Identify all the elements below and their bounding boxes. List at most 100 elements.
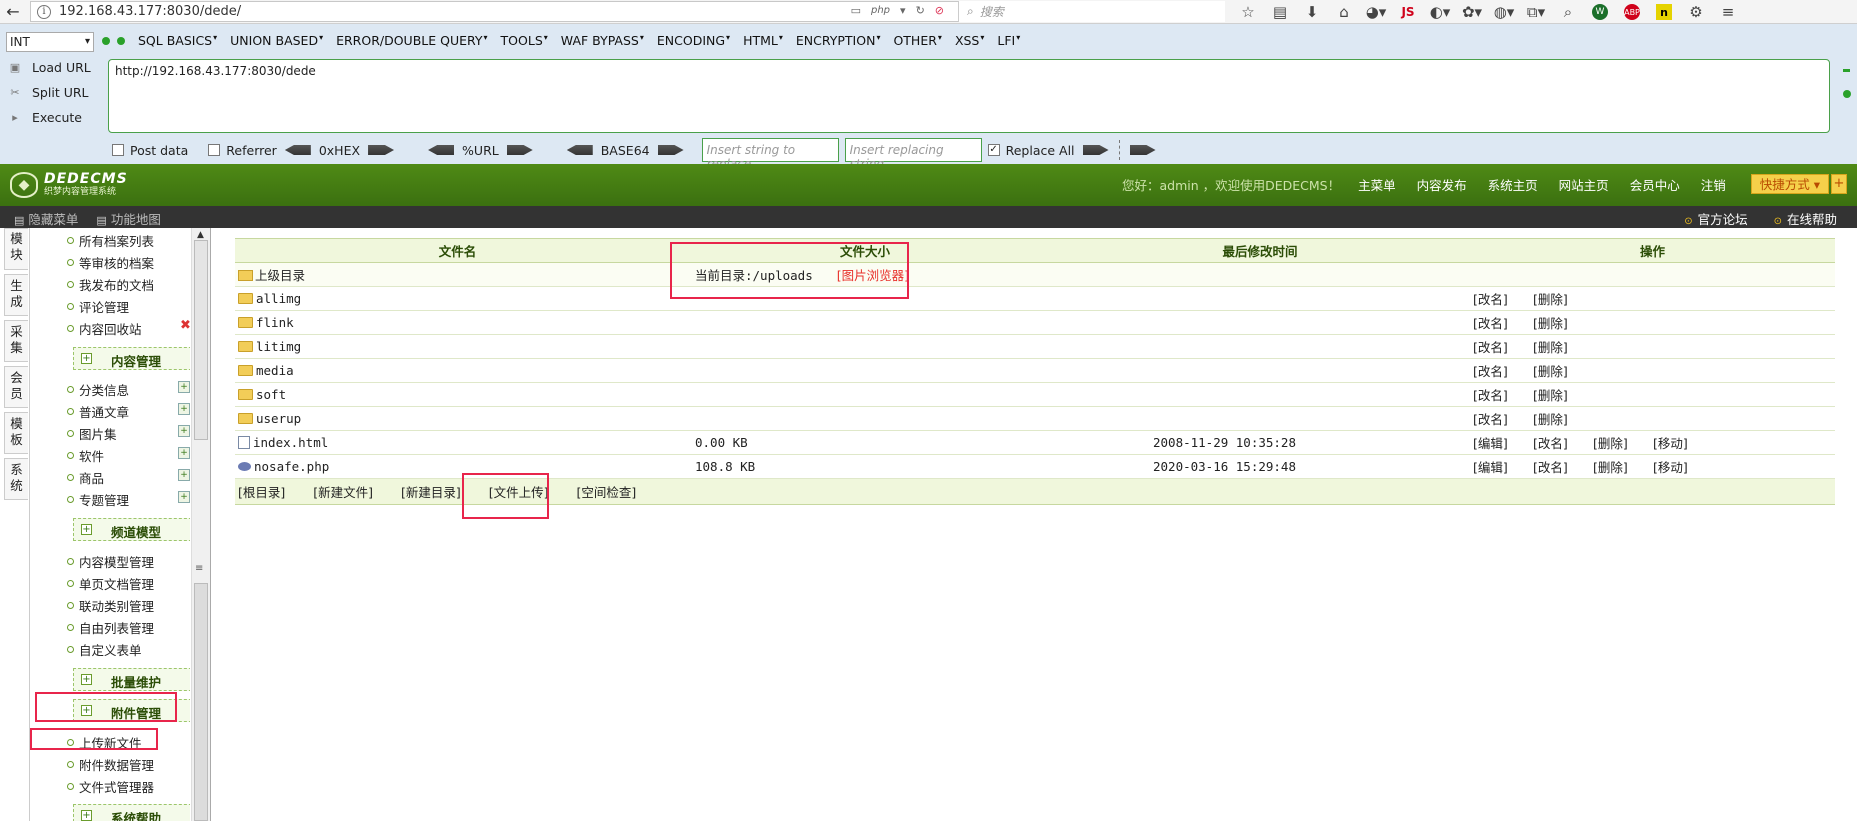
file-link[interactable]: nosafe.php bbox=[235, 454, 680, 479]
n-extension-icon[interactable]: n bbox=[1656, 4, 1672, 20]
menu-item-goods[interactable]: 商品 + bbox=[66, 468, 190, 487]
folder-link[interactable]: allimg bbox=[235, 286, 680, 311]
file-upload-link[interactable]: [文件上传] bbox=[489, 485, 549, 500]
reading-list-icon[interactable]: ▤ bbox=[1264, 3, 1296, 21]
add-icon[interactable]: + bbox=[178, 381, 190, 393]
tab-templates[interactable]: 模板 bbox=[4, 412, 28, 454]
menu-item-single-page[interactable]: 单页文档管理 bbox=[66, 574, 154, 593]
hex-decode-arrow-icon[interactable] bbox=[284, 145, 311, 155]
quick-access-button[interactable]: 快捷方式 ▾ bbox=[1750, 174, 1829, 194]
menu-item-comments[interactable]: 评论管理 bbox=[66, 297, 129, 316]
adblock-icon[interactable]: ABP bbox=[1624, 4, 1640, 20]
base64-encode-arrow-icon[interactable] bbox=[657, 145, 684, 155]
drag-handle-icon[interactable]: ≡ bbox=[195, 563, 203, 574]
folder-link[interactable]: soft bbox=[235, 382, 680, 407]
delete-link[interactable]: [删除] bbox=[1533, 361, 1593, 380]
menu-item-custom-form[interactable]: 自定义表单 bbox=[67, 640, 142, 659]
hackbar-menu-other[interactable]: OTHER bbox=[893, 33, 941, 48]
add-icon[interactable]: + bbox=[178, 403, 190, 415]
space-check-link[interactable]: [空间检查] bbox=[577, 485, 637, 500]
search-field[interactable]: ⌕ 搜索 bbox=[958, 1, 1225, 22]
menu-item-content-model[interactable]: 内容模型管理 bbox=[66, 552, 154, 571]
magnifier-icon[interactable]: ⌕ bbox=[1552, 3, 1584, 21]
delete-link[interactable]: [删除] bbox=[1533, 385, 1593, 404]
home-icon[interactable]: ⌂ bbox=[1328, 3, 1360, 21]
replace-go-arrow-icon[interactable] bbox=[1129, 145, 1156, 155]
copy-icon[interactable]: ⧉▾ bbox=[1520, 3, 1552, 21]
menu-item-attachment-data[interactable]: 附件数据管理 bbox=[66, 755, 154, 774]
back-icon[interactable]: ← bbox=[0, 0, 26, 24]
rename-link[interactable]: [改名] bbox=[1473, 385, 1533, 404]
new-dir-link[interactable]: [新建目录] bbox=[401, 485, 461, 500]
block-icon[interactable]: ⊘ bbox=[935, 4, 944, 17]
quick-add-button[interactable]: + bbox=[1831, 174, 1847, 194]
addon-icon[interactable]: ◕▾ bbox=[1360, 3, 1392, 21]
file-link[interactable]: index.html bbox=[235, 430, 680, 455]
menu-item-classified[interactable]: 分类信息 + bbox=[66, 380, 190, 399]
replace-all-checkbox[interactable]: ✓ bbox=[987, 144, 1000, 156]
nav-site-home[interactable]: 网站主页 bbox=[1559, 175, 1609, 194]
hackbar-menu-union-based[interactable]: UNION BASED bbox=[230, 33, 323, 48]
delete-link[interactable]: [删除] bbox=[1533, 289, 1593, 308]
menu-item-software[interactable]: 软件 + bbox=[66, 446, 190, 465]
menu-item-upload-file[interactable]: 上传新文件 bbox=[67, 733, 142, 752]
edit-link[interactable]: [编辑] bbox=[1473, 433, 1533, 452]
scroll-up-icon[interactable]: ▲ bbox=[197, 230, 204, 240]
add-icon[interactable]: + bbox=[178, 469, 190, 481]
globe-icon[interactable]: ◍▾ bbox=[1488, 3, 1520, 21]
folder-link[interactable]: litimg bbox=[235, 334, 680, 359]
menu-group-content[interactable]: + 内容管理 bbox=[73, 347, 190, 370]
tab-generate[interactable]: 生成 bbox=[4, 274, 28, 316]
bookmark-star-icon[interactable]: ☆ bbox=[1232, 3, 1264, 21]
tab-collect[interactable]: 采集 bbox=[4, 320, 28, 362]
folder-link[interactable]: flink bbox=[235, 310, 680, 335]
url-encode-arrow-icon[interactable] bbox=[506, 145, 533, 155]
rename-link[interactable]: [改名] bbox=[1473, 361, 1533, 380]
js-toggle-icon[interactable]: JS bbox=[1392, 5, 1424, 19]
execute-button[interactable]: ▸ Execute bbox=[8, 110, 82, 125]
menu-group-channel-model[interactable]: + 频道模型 bbox=[73, 518, 190, 541]
rename-link[interactable]: [改名] bbox=[1533, 433, 1593, 452]
new-file-link[interactable]: [新建文件] bbox=[313, 485, 373, 500]
hamburger-menu-icon[interactable]: ≡ bbox=[1712, 3, 1744, 21]
hackbar-url-textarea[interactable]: http://192.168.43.177:8030/dede bbox=[108, 59, 1830, 133]
tab-modules[interactable]: 模块 bbox=[4, 228, 28, 270]
menu-scrollbar[interactable]: ▲ ≡ bbox=[191, 228, 211, 821]
rename-link[interactable]: [改名] bbox=[1473, 409, 1533, 428]
tab-system[interactable]: 系统 bbox=[4, 458, 28, 500]
hackbar-menu-error-query[interactable]: ERROR/DOUBLE QUERY bbox=[336, 33, 487, 48]
nav-logout[interactable]: 注销 bbox=[1701, 175, 1726, 194]
menu-item-pending-archives[interactable]: 等审核的档案 bbox=[66, 253, 154, 272]
replacing-string-input[interactable]: Insert replacing string bbox=[844, 138, 982, 171]
rename-link[interactable]: [改名] bbox=[1533, 457, 1593, 476]
menu-item-articles[interactable]: 普通文章 + bbox=[66, 402, 190, 421]
replace-string-input[interactable]: Insert string to replace bbox=[701, 138, 839, 171]
base64-decode-arrow-icon[interactable] bbox=[566, 145, 593, 155]
menu-item-free-list[interactable]: 自由列表管理 bbox=[66, 618, 154, 637]
hackbar-menu-waf-bypass[interactable]: WAF BYPASS bbox=[561, 33, 644, 48]
shield-w-icon[interactable]: W bbox=[1592, 4, 1608, 20]
rename-link[interactable]: [改名] bbox=[1473, 289, 1533, 308]
hackbar-type-select[interactable]: INT bbox=[6, 32, 94, 52]
rename-link[interactable]: [改名] bbox=[1473, 337, 1533, 356]
translate-icon[interactable]: ◐▾ bbox=[1424, 3, 1456, 21]
dropdown-icon[interactable]: ▾ bbox=[900, 4, 906, 17]
load-url-button[interactable]: ▣ Load URL bbox=[8, 60, 91, 75]
replace-arrow-icon[interactable] bbox=[1082, 145, 1109, 155]
address-text[interactable]: 192.168.43.177:8030/dede/ bbox=[59, 4, 241, 19]
delete-link[interactable]: [删除] bbox=[1533, 409, 1593, 428]
info-icon[interactable]: i bbox=[37, 4, 51, 19]
split-url-button[interactable]: ✂ Split URL bbox=[8, 85, 88, 100]
tab-members[interactable]: 会员 bbox=[4, 366, 28, 408]
image-browser-link[interactable]: [图片浏览器] bbox=[837, 268, 909, 283]
nav-member-center[interactable]: 会员中心 bbox=[1630, 175, 1680, 194]
delete-link[interactable]: [删除] bbox=[1533, 313, 1593, 332]
menu-item-linkage-category[interactable]: 联动类别管理 bbox=[66, 596, 154, 615]
delete-link[interactable]: [删除] bbox=[1593, 457, 1653, 476]
menu-item-my-documents[interactable]: 我发布的文档 bbox=[66, 275, 154, 294]
function-map-link[interactable]: 功能地图 bbox=[96, 209, 161, 228]
delete-link[interactable]: [删除] bbox=[1533, 337, 1593, 356]
hackbar-menu-encryption[interactable]: ENCRYPTION bbox=[796, 33, 881, 48]
menu-group-help[interactable]: + 系统帮助 bbox=[73, 804, 190, 821]
reload-icon[interactable]: ↻ bbox=[916, 4, 925, 17]
